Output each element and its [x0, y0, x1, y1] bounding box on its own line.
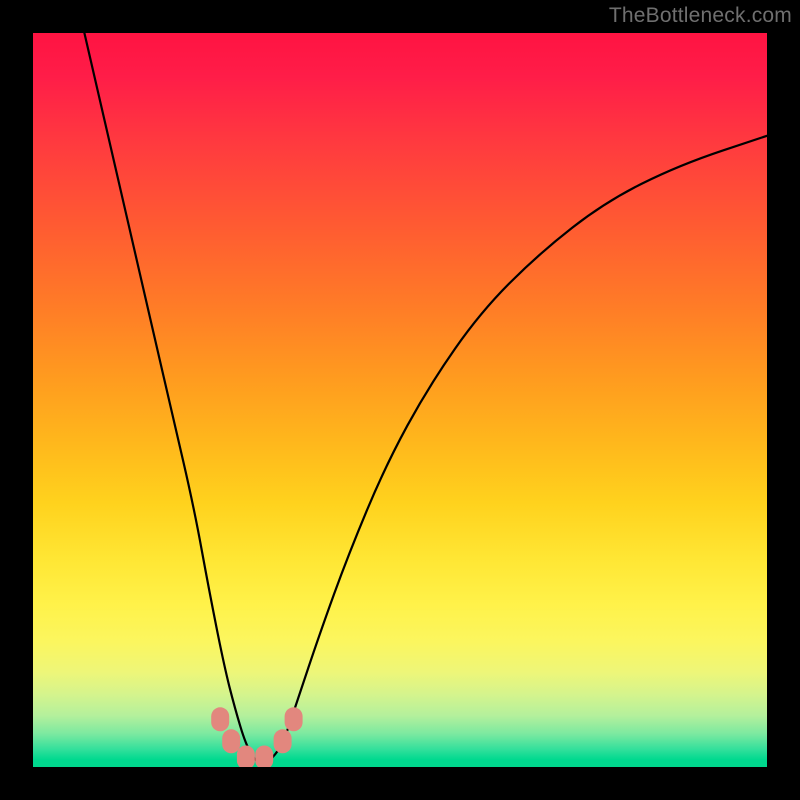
curve-marker — [211, 707, 229, 731]
bottleneck-curve — [84, 33, 767, 763]
plot-area — [33, 33, 767, 767]
chart-frame: TheBottleneck.com — [0, 0, 800, 800]
curve-marker — [237, 746, 255, 768]
curve-markers — [211, 707, 302, 767]
curve-marker — [222, 729, 240, 753]
curve-marker — [274, 729, 292, 753]
watermark-text: TheBottleneck.com — [609, 4, 792, 28]
curve-marker — [285, 707, 303, 731]
curve-marker — [255, 746, 273, 768]
curve-svg — [33, 33, 767, 767]
